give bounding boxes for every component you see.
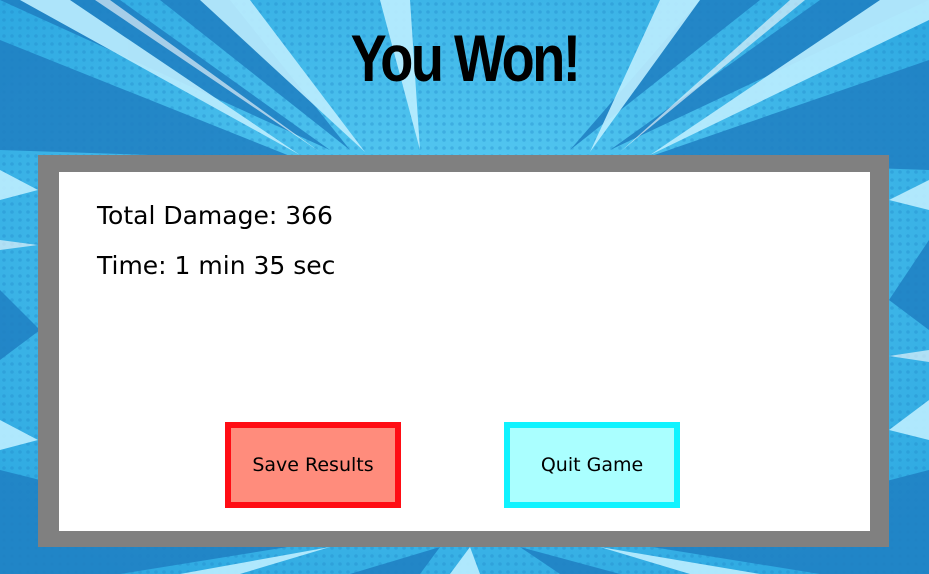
victory-title: You Won! bbox=[350, 21, 581, 95]
quit-game-button[interactable]: Quit Game bbox=[504, 422, 680, 508]
elapsed-time-text: Time: 1 min 35 sec bbox=[97, 251, 336, 280]
total-damage-text: Total Damage: 366 bbox=[97, 201, 333, 230]
results-panel-content: Total Damage: 366 Time: 1 min 35 sec Sav… bbox=[59, 172, 870, 531]
save-results-button[interactable]: Save Results bbox=[225, 422, 401, 508]
results-panel: Total Damage: 366 Time: 1 min 35 sec Sav… bbox=[38, 155, 889, 547]
